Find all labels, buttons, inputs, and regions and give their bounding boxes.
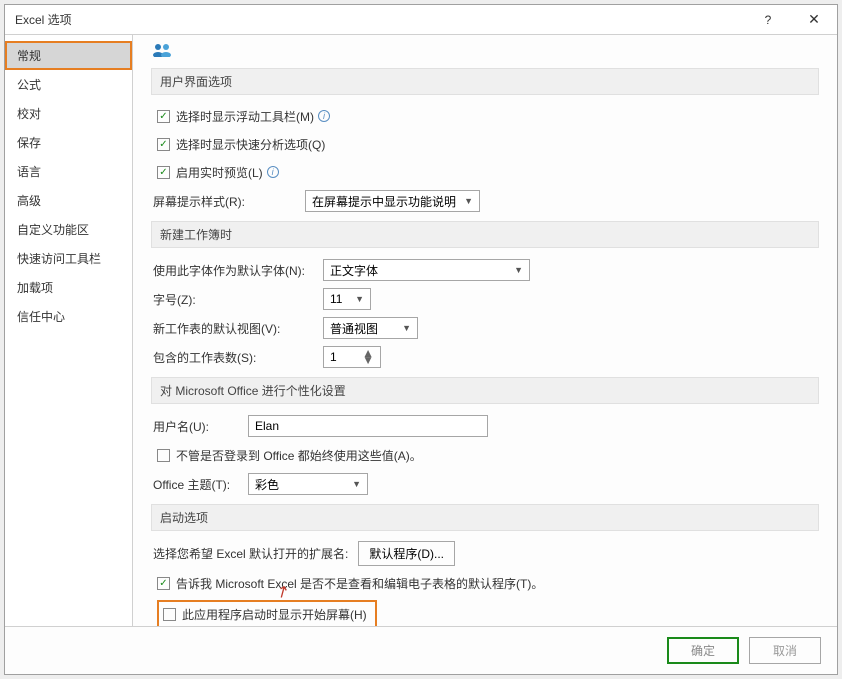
sidebar-item-addins[interactable]: 加载项 — [5, 273, 132, 302]
content-pane[interactable]: 用户界面选项 选择时显示浮动工具栏(M) 选择时显示快速分析选项(Q) 启用实时… — [133, 35, 837, 626]
footer: 确定 取消 — [5, 626, 837, 674]
row-extensions: 选择您希望 Excel 默认打开的扩展名: 默认程序(D)... — [153, 541, 819, 566]
label-live-preview: 启用实时预览(L) — [176, 164, 263, 181]
select-value: 正文字体 — [330, 262, 378, 279]
row-default-view: 新工作表的默认视图(V): 普通视图 ▼ — [153, 316, 819, 340]
people-icon — [151, 43, 175, 57]
label-extensions: 选择您希望 Excel 默认打开的扩展名: — [153, 545, 348, 562]
label-screen-tip: 屏幕提示样式(R): — [153, 193, 305, 210]
info-icon[interactable] — [318, 110, 330, 122]
spinner-value: 1 — [330, 350, 337, 364]
label-default-view: 新工作表的默认视图(V): — [153, 320, 323, 337]
select-value: 普通视图 — [330, 320, 378, 337]
label-tell-me: 告诉我 Microsoft Excel 是否不是查看和编辑电子表格的默认程序(T… — [176, 575, 543, 592]
checkbox-live-preview[interactable] — [157, 166, 170, 179]
row-always-use: 不管是否登录到 Office 都始终使用这些值(A)。 — [157, 444, 819, 466]
section-header-ui-options: 用户界面选项 — [151, 68, 819, 95]
button-label: 取消 — [773, 642, 797, 659]
sidebar-item-label: 保存 — [17, 136, 41, 150]
row-sheet-count: 包含的工作表数(S): 1 ▲▼ — [153, 345, 819, 369]
row-theme: Office 主题(T): 彩色 ▼ — [153, 472, 819, 496]
sidebar-item-label: 校对 — [17, 107, 41, 121]
icon-bar — [151, 43, 819, 60]
sidebar-item-label: 公式 — [17, 78, 41, 92]
chevron-down-icon: ▼ — [464, 196, 473, 206]
sidebar-item-label: 高级 — [17, 194, 41, 208]
sidebar-item-label: 信任中心 — [17, 310, 65, 324]
sidebar-item-quick-access[interactable]: 快速访问工具栏 — [5, 244, 132, 273]
checkbox-mini-toolbar[interactable] — [157, 110, 170, 123]
highlight-annotation: 此应用程序启动时显示开始屏幕(H) — [157, 600, 377, 626]
section-header-personalize: 对 Microsoft Office 进行个性化设置 — [151, 377, 819, 404]
row-show-start: 此应用程序启动时显示开始屏幕(H) — [157, 600, 819, 626]
select-screen-tip[interactable]: 在屏幕提示中显示功能说明 ▼ — [305, 190, 480, 212]
select-default-font[interactable]: 正文字体 ▼ — [323, 259, 530, 281]
titlebar: Excel 选项 ? ✕ — [5, 5, 837, 35]
select-font-size[interactable]: 11 ▼ — [323, 288, 371, 310]
label-default-font: 使用此字体作为默认字体(N): — [153, 262, 323, 279]
label-show-start: 此应用程序启动时显示开始屏幕(H) — [182, 606, 367, 623]
sidebar-item-proofing[interactable]: 校对 — [5, 99, 132, 128]
sidebar-item-label: 语言 — [17, 165, 41, 179]
dialog-title: Excel 选项 — [15, 11, 745, 28]
row-quick-analysis: 选择时显示快速分析选项(Q) — [157, 133, 819, 155]
chevron-down-icon: ▼ — [402, 323, 411, 333]
row-font-size: 字号(Z): 11 ▼ — [153, 287, 819, 311]
button-label: 确定 — [691, 642, 715, 659]
label-mini-toolbar: 选择时显示浮动工具栏(M) — [176, 108, 314, 125]
excel-options-dialog: Excel 选项 ? ✕ 常规 公式 校对 保存 语言 高级 自定义功能区 快速… — [4, 4, 838, 675]
sidebar-item-save[interactable]: 保存 — [5, 128, 132, 157]
textbox-username[interactable]: Elan — [248, 415, 488, 437]
row-screen-tip: 屏幕提示样式(R): 在屏幕提示中显示功能说明 ▼ — [153, 189, 819, 213]
sidebar-item-advanced[interactable]: 高级 — [5, 186, 132, 215]
label-quick-analysis: 选择时显示快速分析选项(Q) — [176, 136, 325, 153]
row-tell-me: 告诉我 Microsoft Excel 是否不是查看和编辑电子表格的默认程序(T… — [157, 572, 819, 594]
spinner-buttons[interactable]: ▲▼ — [362, 350, 374, 364]
section-header-startup: 启动选项 — [151, 504, 819, 531]
row-mini-toolbar: 选择时显示浮动工具栏(M) — [157, 105, 819, 127]
help-button[interactable]: ? — [745, 5, 791, 35]
label-font-size: 字号(Z): — [153, 291, 323, 308]
sidebar-item-customize-ribbon[interactable]: 自定义功能区 — [5, 215, 132, 244]
checkbox-quick-analysis[interactable] — [157, 138, 170, 151]
section-header-new-workbook: 新建工作簿时 — [151, 221, 819, 248]
spinner-sheet-count[interactable]: 1 ▲▼ — [323, 346, 381, 368]
sidebar-item-general[interactable]: 常规 — [5, 41, 132, 70]
label-username: 用户名(U): — [153, 418, 248, 435]
checkbox-show-start[interactable] — [163, 608, 176, 621]
sidebar-item-label: 常规 — [17, 49, 41, 63]
chevron-down-icon: ▼ — [355, 294, 364, 304]
sidebar-item-language[interactable]: 语言 — [5, 157, 132, 186]
label-sheet-count: 包含的工作表数(S): — [153, 349, 323, 366]
sidebar-item-formulas[interactable]: 公式 — [5, 70, 132, 99]
dialog-body: 常规 公式 校对 保存 语言 高级 自定义功能区 快速访问工具栏 加载项 信任中… — [5, 35, 837, 626]
chevron-down-icon: ▼ — [352, 479, 361, 489]
button-default-programs[interactable]: 默认程序(D)... — [358, 541, 455, 566]
ok-button[interactable]: 确定 — [667, 637, 739, 664]
sidebar-item-trust-center[interactable]: 信任中心 — [5, 302, 132, 331]
select-default-view[interactable]: 普通视图 ▼ — [323, 317, 418, 339]
close-button[interactable]: ✕ — [791, 5, 837, 35]
select-value: 11 — [330, 292, 342, 306]
sidebar-item-label: 加载项 — [17, 281, 53, 295]
select-value: 在屏幕提示中显示功能说明 — [312, 193, 456, 210]
sidebar-item-label: 快速访问工具栏 — [17, 252, 101, 266]
select-theme[interactable]: 彩色 ▼ — [248, 473, 368, 495]
checkbox-tell-me[interactable] — [157, 577, 170, 590]
textbox-value: Elan — [255, 419, 279, 433]
checkbox-always-use[interactable] — [157, 449, 170, 462]
label-theme: Office 主题(T): — [153, 476, 248, 493]
row-live-preview: 启用实时预览(L) — [157, 161, 819, 183]
label-always-use: 不管是否登录到 Office 都始终使用这些值(A)。 — [176, 447, 422, 464]
cancel-button[interactable]: 取消 — [749, 637, 821, 664]
info-icon[interactable] — [267, 166, 279, 178]
button-label: 默认程序(D)... — [369, 545, 444, 562]
row-username: 用户名(U): Elan — [153, 414, 819, 438]
sidebar-item-label: 自定义功能区 — [17, 223, 89, 237]
select-value: 彩色 — [255, 476, 279, 493]
row-default-font: 使用此字体作为默认字体(N): 正文字体 ▼ — [153, 258, 819, 282]
sidebar: 常规 公式 校对 保存 语言 高级 自定义功能区 快速访问工具栏 加载项 信任中… — [5, 35, 133, 626]
chevron-down-icon: ▼ — [514, 265, 523, 275]
